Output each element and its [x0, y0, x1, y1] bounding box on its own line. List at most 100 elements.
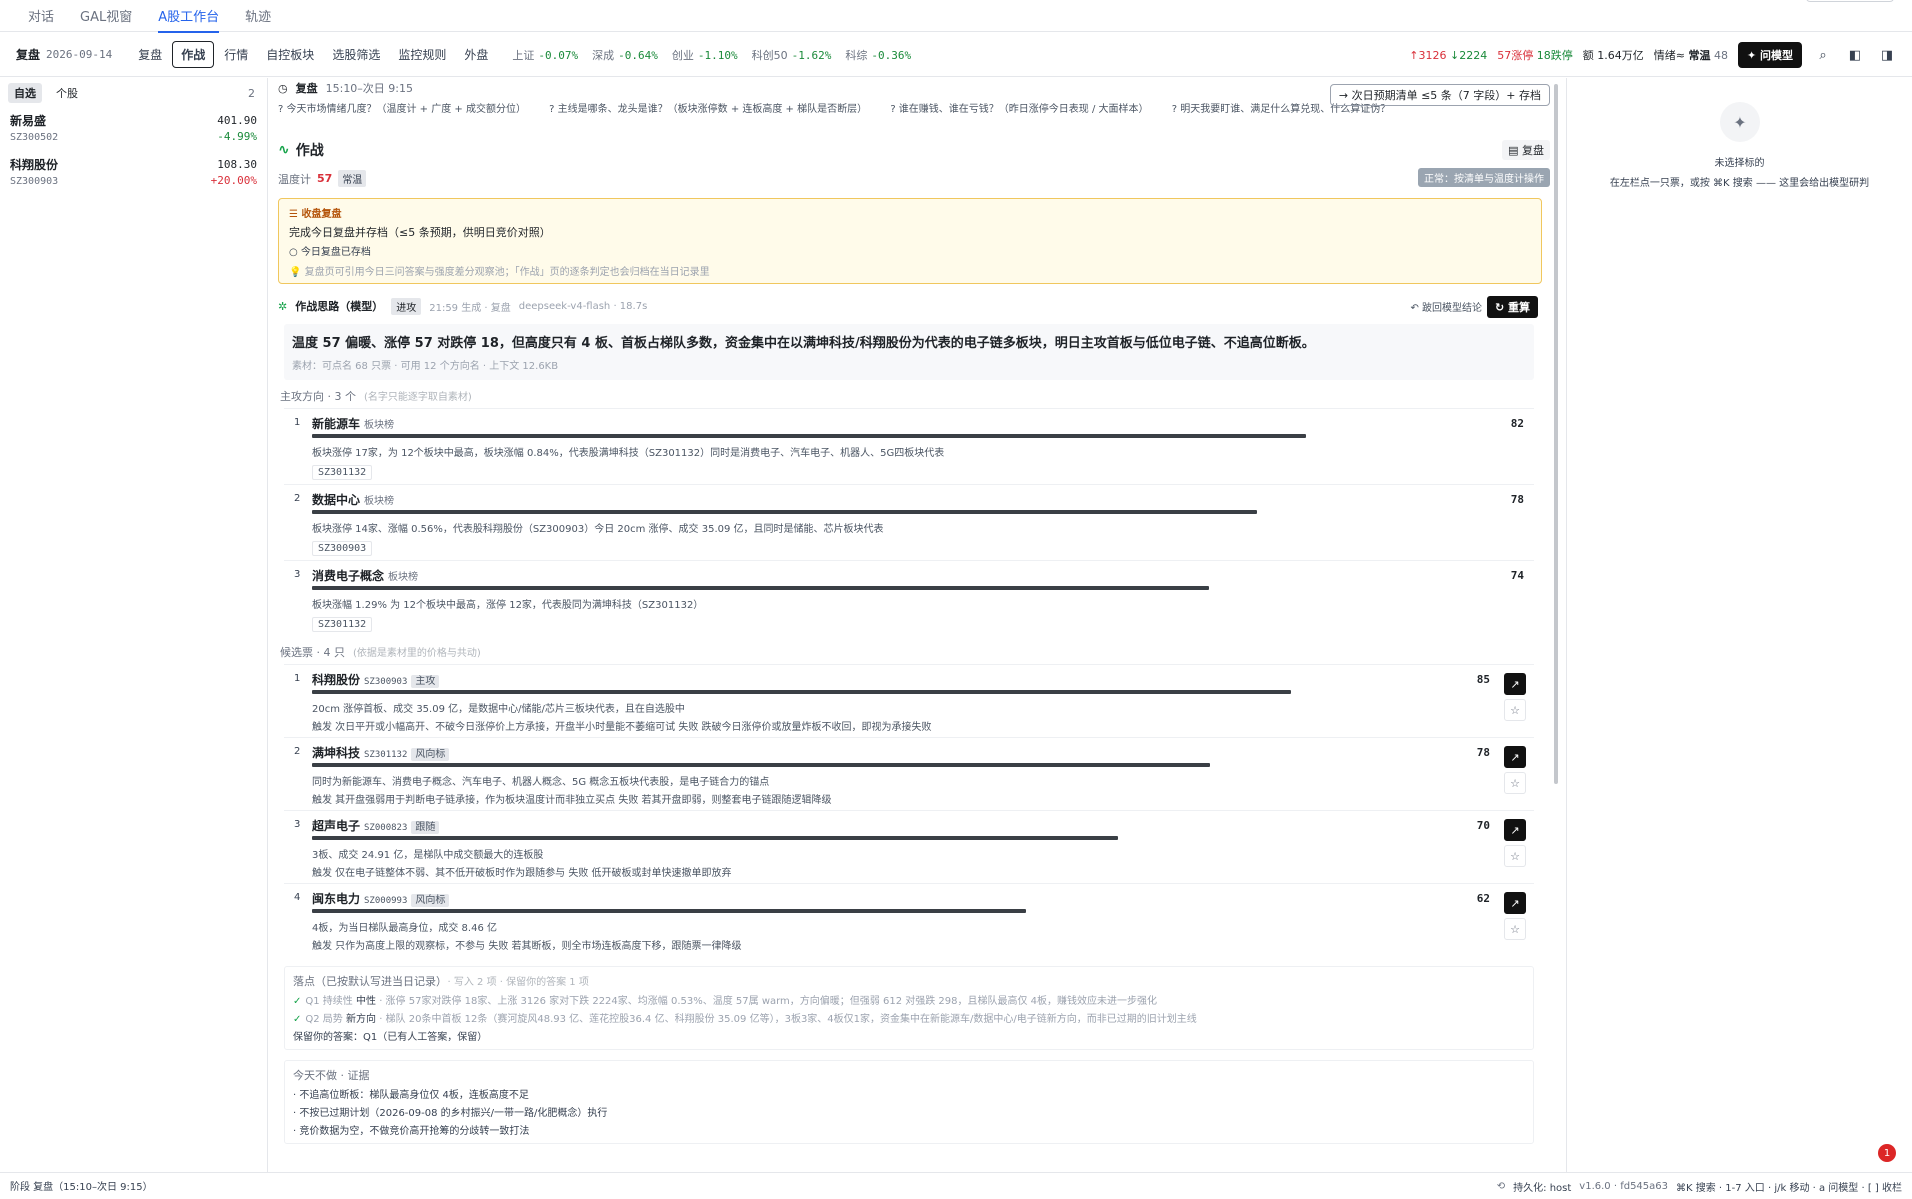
open-external-icon[interactable]: ↗: [1504, 746, 1526, 768]
score-bar: [312, 836, 1118, 840]
candidate-card[interactable]: 3 超声电子 SZ000823 跟随 70 3板、成交 24.91 亿，是梯队中成交额最大…: [284, 810, 1534, 883]
star-icon[interactable]: ☆: [1504, 918, 1526, 940]
status-bar: 阶段 复盘（15:10–次日 9:15） ⟲ 持久化: host v1.6.0 …: [0, 1172, 1912, 1198]
limit-stats: 57涨停 18跌停: [1497, 49, 1573, 62]
ask-model-button[interactable]: ✦ 问模型: [1737, 42, 1802, 68]
tab-gal[interactable]: GAL视窗: [80, 0, 132, 32]
tab-watchlist[interactable]: 自选: [8, 83, 42, 103]
stock-chip[interactable]: SZ301132: [312, 465, 373, 480]
empty-hint: 在左栏点一只票，或按 ⌘K 搜索 —— 这里会给出模型研判: [1609, 178, 1870, 189]
candidate-card[interactable]: 2 满坤科技 SZ301132 风向标 78 同时为新能源车、消费电子概念、汽车电子、机器…: [284, 737, 1534, 810]
date-label: 2026-09-14: [46, 48, 113, 61]
left-panel-toggle-icon[interactable]: ◧: [1844, 44, 1866, 66]
rank: 3: [294, 819, 301, 830]
rank: 2: [294, 746, 301, 757]
index-kc50: 科创50 -1.62%: [751, 48, 832, 62]
review-button[interactable]: ▤ 复盘: [1502, 140, 1550, 160]
scrollbar[interactable]: [1554, 84, 1558, 784]
score: 85: [1476, 673, 1490, 686]
direction-card[interactable]: 2 数据中心 板块榜 78 板块涨停 14家、涨幅 0.56%，代表股科翔股份（SZ30…: [284, 484, 1534, 560]
rank: 2: [294, 493, 301, 504]
candidate-card[interactable]: 1 科翔股份 SZ300903 主攻 85 20cm 涨停首板、成交 35.09 亿，是数…: [284, 664, 1534, 737]
page-title: 作战: [295, 143, 324, 159]
main-panel: ◷ 复盘 15:10–次日 9:15 → 次日预期清单 ≤5 条（7 字段）+ …: [270, 78, 1564, 1172]
question[interactable]: ? 今天市场情绪几度？（温度计 + 广度 + 成交额分位）: [278, 104, 526, 115]
mode-quote[interactable]: 行情: [216, 42, 256, 67]
direction-card[interactable]: 3 消费电子概念 板块榜 74 板块涨幅 1.29% 为 12个板块中最高，涨停 12家…: [284, 560, 1534, 636]
breadth: ↑3126 ↓2224: [1409, 48, 1488, 62]
score: 82: [1510, 417, 1524, 430]
star-icon[interactable]: ☆: [1504, 845, 1526, 867]
turnover: 额 1.64万亿: [1582, 49, 1644, 62]
score-bar: [312, 434, 1306, 438]
revert-button[interactable]: ↶ 跛回模型结论: [1410, 299, 1482, 314]
status-badge: 正常：按清单与温度计操作: [1418, 168, 1550, 187]
notification-badge[interactable]: 1: [1878, 1144, 1896, 1162]
closing-review-box: ☰ 收盘复盘 完成今日复盘并存档（≤5 条预期，供明日竞价对照） ○ 今日复盘已…: [278, 198, 1542, 284]
index-sz: 深成 -0.64%: [592, 48, 658, 62]
phase-label: 复盘: [16, 48, 41, 62]
rank: 4: [294, 892, 301, 903]
tab-trace[interactable]: 轨迹: [245, 0, 271, 32]
open-external-icon[interactable]: ↗: [1504, 673, 1526, 695]
rank: 1: [294, 417, 301, 428]
detail-panel: ✦ 未选择标的 在左栏点一只票，或按 ⌘K 搜索 —— 这里会给出模型研判 1: [1566, 78, 1912, 1172]
right-panel-toggle-icon[interactable]: ◨: [1876, 44, 1898, 66]
direction-card[interactable]: 1 新能源车 板块榜 82 板块涨停 17家，为 12个板块中最高，板块涨幅 0.84%…: [284, 408, 1534, 484]
mode-screener[interactable]: 选股筛选: [324, 42, 388, 67]
recompute-button[interactable]: ↻ 重算: [1486, 296, 1538, 318]
score: 78: [1510, 493, 1524, 506]
candidate-card[interactable]: 4 闽东电力 SZ000993 风向标 62 4板，为当日梯队最高身位，成交 8.46 亿…: [284, 883, 1534, 956]
battle-plan: ✲ 作战思路（模型） 进攻 21:59 生成 · 复盘 deepseek-v4-…: [278, 294, 1542, 1172]
watchlist-item[interactable]: 新易盛 SZ300502 401.90 -4.99%: [0, 108, 267, 152]
window-pill: [1806, 0, 1894, 2]
mode-battle[interactable]: 作战: [172, 41, 215, 68]
next-day-list-button[interactable]: → 次日预期清单 ≤5 条（7 字段）+ 存档: [1329, 84, 1550, 106]
archived-checkbox[interactable]: ○ 今日复盘已存档: [289, 243, 1531, 258]
plan-summary: 温度 57 偏暖、涨停 57 对跌停 18，但高度只有 4 板、首板占梯队多数，…: [284, 324, 1534, 380]
stock-chip[interactable]: SZ300903: [312, 541, 373, 556]
toolbar: 复盘 2026-09-14 复盘 作战 行情 自控板块 选股筛选 监控规则 外盘…: [0, 33, 1912, 77]
sparkle-icon: ✲: [278, 299, 288, 313]
open-external-icon[interactable]: ↗: [1504, 892, 1526, 914]
rank: 1: [294, 673, 301, 684]
bulb-icon: 💡: [289, 267, 302, 278]
index-sh: 上证 -0.07%: [512, 48, 579, 62]
score-bar: [312, 763, 1211, 767]
score-bar: [312, 690, 1291, 694]
checklist-icon: ☰: [289, 209, 298, 220]
review-questions: ◷ 复盘 15:10–次日 9:15 → 次日预期清单 ≤5 条（7 字段）+ …: [278, 80, 1550, 115]
landing-box: 落点（已按默认写进当日记录） · 写入 2 项 · 保留你的答案 1 项 ✓ Q1 …: [284, 966, 1534, 1050]
watchlist-item[interactable]: 科翔股份 SZ300903 108.30 +20.00%: [0, 152, 267, 196]
question[interactable]: ? 谁在赚钱、谁在亏钱？（昨日涨停今日表现 / 大面样本）: [890, 104, 1148, 115]
stock-chip[interactable]: SZ301132: [312, 617, 373, 632]
mode-monitor[interactable]: 监控规则: [390, 42, 454, 67]
mode-foreign[interactable]: 外盘: [456, 42, 496, 67]
skip-box: 今天不做 · 证据 · 不追高位断板：梯队最高身位仅 4板，连板高度不足 · 不…: [284, 1060, 1534, 1144]
search-icon[interactable]: ⌕: [1812, 44, 1834, 66]
index-kz: 科综 -0.36%: [845, 48, 912, 62]
score: 78: [1476, 746, 1490, 759]
tab-chat[interactable]: 对话: [28, 0, 54, 32]
tab-stocks[interactable]: 个股: [50, 83, 84, 103]
rank: 3: [294, 569, 301, 580]
question[interactable]: ? 主线是哪条、龙头是谁？（板块涨停数 + 连板高度 + 梯队是否断层）: [549, 104, 867, 115]
mood: 情绪≈ 常温 48: [1653, 49, 1728, 62]
star-icon[interactable]: ☆: [1504, 699, 1526, 721]
mode-sector[interactable]: 自控板块: [258, 42, 322, 67]
directions-heading: 主攻方向 · 3 个 (名字只能逐字取自素材): [280, 390, 472, 403]
clock-icon: ◷: [278, 81, 288, 95]
score-bar: [312, 510, 1258, 514]
watchlist-sidebar: 自选 个股 2 新易盛 SZ300502 401.90 -4.99% 科翔股份 …: [0, 78, 268, 1172]
sparkle-icon: ✦: [1720, 102, 1760, 142]
open-external-icon[interactable]: ↗: [1504, 819, 1526, 841]
watchlist-count: 2: [248, 86, 255, 100]
phase-status: 阶段 复盘（15:10–次日 9:15）: [10, 1182, 153, 1193]
mode-review[interactable]: 复盘: [130, 42, 170, 67]
top-nav: 对话 GAL视窗 A股工作台 轨迹: [0, 0, 1912, 33]
score: 70: [1476, 819, 1490, 832]
star-icon[interactable]: ☆: [1504, 772, 1526, 794]
score-bar: [312, 586, 1209, 590]
tab-a-share[interactable]: A股工作台: [158, 0, 219, 33]
empty-title: 未选择标的: [1714, 158, 1765, 169]
